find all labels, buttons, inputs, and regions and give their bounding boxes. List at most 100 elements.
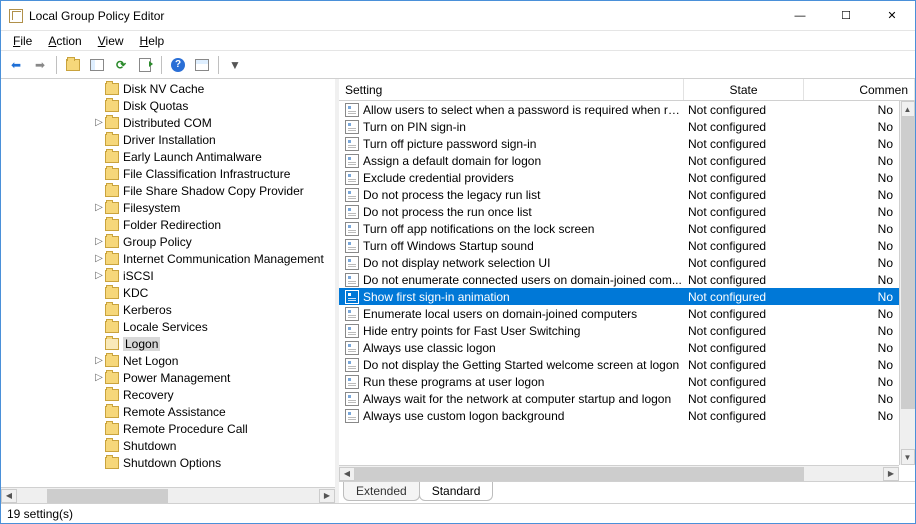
expand-icon[interactable]: ▷ (93, 236, 105, 247)
setting-name: Do not process the legacy run list (363, 188, 684, 202)
tree-item[interactable]: Early Launch Antimalware (1, 148, 335, 165)
setting-row[interactable]: Always wait for the network at computer … (339, 390, 899, 407)
setting-name: Show first sign-in animation (363, 290, 684, 304)
tree-item[interactable]: Folder Redirection (1, 216, 335, 233)
toolbar-separator (218, 56, 219, 74)
tree-item[interactable]: Recovery (1, 386, 335, 403)
setting-row[interactable]: Do not process the legacy run listNot co… (339, 186, 899, 203)
tree-item[interactable]: File Share Shadow Copy Provider (1, 182, 335, 199)
scroll-up-icon[interactable]: ▲ (901, 101, 915, 117)
tree-item[interactable]: Locale Services (1, 318, 335, 335)
setting-comment: No (804, 324, 899, 338)
column-setting[interactable]: Setting (339, 79, 684, 100)
expand-icon[interactable]: ▷ (93, 355, 105, 366)
setting-row[interactable]: Always use classic logonNot configuredNo (339, 339, 899, 356)
tree-item[interactable]: Disk NV Cache (1, 80, 335, 97)
status-text: 19 setting(s) (7, 507, 73, 521)
expand-icon[interactable]: ▷ (93, 253, 105, 264)
tree-item[interactable]: Kerberos (1, 301, 335, 318)
policy-icon (345, 375, 359, 389)
show-hide-tree-button[interactable] (86, 54, 108, 76)
forward-button[interactable]: ➡ (29, 54, 51, 76)
maximize-button[interactable]: ☐ (823, 1, 869, 30)
tree-item[interactable]: ▷iSCSI (1, 267, 335, 284)
setting-row[interactable]: Turn on PIN sign-inNot configuredNo (339, 118, 899, 135)
menu-view[interactable]: View (90, 32, 132, 50)
tab-standard[interactable]: Standard (419, 482, 494, 501)
setting-row[interactable]: Hide entry points for Fast User Switchin… (339, 322, 899, 339)
tree-item[interactable]: Shutdown Options (1, 454, 335, 471)
help-button[interactable]: ? (167, 54, 189, 76)
minimize-button[interactable]: — (777, 1, 823, 30)
setting-row[interactable]: Turn off picture password sign-inNot con… (339, 135, 899, 152)
column-comment[interactable]: Commen (804, 79, 915, 100)
tree-pane: Disk NV CacheDisk Quotas▷Distributed COM… (1, 79, 339, 503)
tree-item[interactable]: ▷Filesystem (1, 199, 335, 216)
tree-item-label: Recovery (123, 388, 174, 402)
export-list-button[interactable] (134, 54, 156, 76)
setting-row[interactable]: Turn off Windows Startup soundNot config… (339, 237, 899, 254)
setting-row[interactable]: Do not display network selection UINot c… (339, 254, 899, 271)
tree-item[interactable]: Remote Assistance (1, 403, 335, 420)
setting-row[interactable]: Exclude credential providersNot configur… (339, 169, 899, 186)
app-icon (9, 9, 23, 23)
expand-icon[interactable]: ▷ (93, 202, 105, 213)
folder-icon (105, 134, 119, 146)
setting-row[interactable]: Turn off app notifications on the lock s… (339, 220, 899, 237)
setting-row[interactable]: Run these programs at user logonNot conf… (339, 373, 899, 390)
scroll-right-icon[interactable]: ▶ (319, 489, 335, 503)
tree-item[interactable]: Remote Procedure Call (1, 420, 335, 437)
tree-item-label: Logon (123, 337, 160, 351)
menu-file[interactable]: File (5, 32, 40, 50)
tree-item[interactable]: ▷Distributed COM (1, 114, 335, 131)
setting-row[interactable]: Allow users to select when a password is… (339, 101, 899, 118)
scroll-left-icon[interactable]: ◀ (339, 467, 355, 481)
scroll-down-icon[interactable]: ▼ (901, 449, 915, 465)
setting-row[interactable]: Do not enumerate connected users on doma… (339, 271, 899, 288)
folder-icon (105, 389, 119, 401)
tree-item[interactable]: Disk Quotas (1, 97, 335, 114)
setting-row[interactable]: Enumerate local users on domain-joined c… (339, 305, 899, 322)
expand-icon[interactable]: ▷ (93, 117, 105, 128)
menu-action[interactable]: Action (40, 32, 89, 50)
tree-item[interactable]: ▷Power Management (1, 369, 335, 386)
setting-row[interactable]: Do not process the run once listNot conf… (339, 203, 899, 220)
tree-item[interactable]: Shutdown (1, 437, 335, 454)
tree-item-label: Group Policy (123, 235, 192, 249)
tree-horizontal-scrollbar[interactable]: ◀ ▶ (1, 487, 335, 503)
properties-button[interactable] (191, 54, 213, 76)
tree-item[interactable]: KDC (1, 284, 335, 301)
setting-name: Always use classic logon (363, 341, 684, 355)
back-button[interactable]: ⬅ (5, 54, 27, 76)
setting-row[interactable]: Do not display the Getting Started welco… (339, 356, 899, 373)
tree-item[interactable]: ▷Internet Communication Management (1, 250, 335, 267)
scroll-left-icon[interactable]: ◀ (1, 489, 17, 503)
list-horizontal-scrollbar[interactable]: ◀ ▶ (339, 465, 899, 481)
title-bar: Local Group Policy Editor — ☐ ✕ (1, 1, 915, 31)
setting-row[interactable]: Always use custom logon backgroundNot co… (339, 407, 899, 424)
refresh-button[interactable]: ⟳ (110, 54, 132, 76)
expand-icon[interactable]: ▷ (93, 270, 105, 281)
tab-extended[interactable]: Extended (343, 482, 420, 501)
tree-view[interactable]: Disk NV CacheDisk Quotas▷Distributed COM… (1, 79, 335, 487)
setting-row[interactable]: Assign a default domain for logonNot con… (339, 152, 899, 169)
tree-item[interactable]: File Classification Infrastructure (1, 165, 335, 182)
list-vertical-scrollbar[interactable]: ▲ ▼ (899, 101, 915, 465)
tree-item[interactable]: ▷ Group Policy (1, 233, 335, 250)
tree-item[interactable]: Driver Installation (1, 131, 335, 148)
close-button[interactable]: ✕ (869, 1, 915, 30)
filter-button[interactable]: ▼ (224, 54, 246, 76)
up-folder-button[interactable] (62, 54, 84, 76)
expand-icon[interactable]: ▷ (93, 372, 105, 383)
setting-row[interactable]: Show first sign-in animationNot configur… (339, 288, 899, 305)
tree-item[interactable]: ▷Net Logon (1, 352, 335, 369)
setting-name: Enumerate local users on domain-joined c… (363, 307, 684, 321)
menu-help[interactable]: Help (132, 32, 173, 50)
scroll-right-icon[interactable]: ▶ (883, 467, 899, 481)
settings-list[interactable]: Allow users to select when a password is… (339, 101, 899, 465)
folder-icon (105, 202, 119, 214)
tree-item[interactable]: Logon (1, 335, 335, 352)
setting-comment: No (804, 341, 899, 355)
folder-icon (105, 304, 119, 316)
column-state[interactable]: State (684, 79, 804, 100)
